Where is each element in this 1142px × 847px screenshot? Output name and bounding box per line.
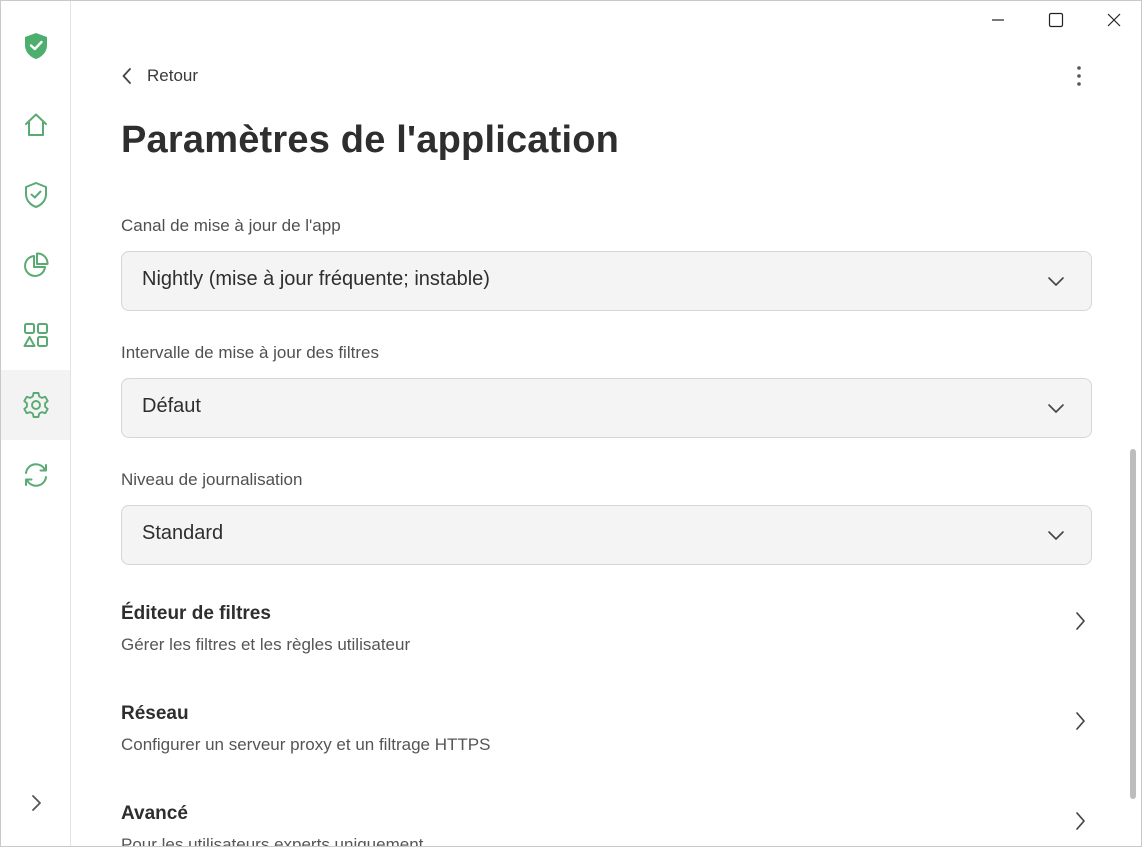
back-label: Retour [147, 66, 199, 85]
sidebar [1, 1, 71, 846]
network-row[interactable]: Réseau Configurer un serveur proxy et un… [121, 703, 1092, 783]
home-icon [24, 113, 47, 136]
update-channel-value: Nightly (mise à jour fréquente; instable… [142, 268, 490, 290]
log-level-value: Standard [142, 522, 224, 544]
apps-icon [23, 323, 48, 347]
log-level-select[interactable]: Standard [121, 505, 1092, 565]
advanced-row[interactable]: Avancé Pour les utilisateurs experts uni… [121, 803, 1092, 847]
app-window: Retour Paramètres de l'application Canal… [0, 0, 1142, 847]
gear-icon [22, 392, 49, 418]
row-title: Réseau [121, 703, 189, 724]
sync-icon [24, 463, 47, 487]
vertical-scrollbar[interactable] [1130, 449, 1136, 799]
row-subtitle: Configurer un serveur proxy et un filtra… [121, 735, 491, 754]
chevron-right-icon [1076, 612, 1085, 630]
sidebar-item-settings[interactable] [1, 370, 70, 440]
shield-check-filled-icon [24, 33, 47, 59]
chevron-right-icon [31, 795, 41, 811]
chevron-right-icon [1076, 712, 1085, 730]
filter-interval-label: Intervalle de mise à jour des filtres [121, 343, 379, 362]
more-vertical-icon [1077, 66, 1081, 86]
update-channel-select[interactable]: Nightly (mise à jour fréquente; instable… [121, 251, 1092, 311]
app-logo [1, 11, 70, 81]
chevron-down-icon [1048, 404, 1064, 413]
row-subtitle: Pour les utilisateurs experts uniquement [121, 835, 424, 847]
filter-interval-select[interactable]: Défaut [121, 378, 1092, 438]
back-button[interactable]: Retour [121, 63, 198, 89]
chevron-down-icon [1048, 277, 1064, 286]
more-options-button[interactable] [1066, 61, 1092, 91]
row-title: Avancé [121, 803, 188, 824]
row-title: Éditeur de filtres [121, 603, 271, 624]
sidebar-item-home[interactable] [1, 90, 70, 160]
page-title: Paramètres de l'application [121, 119, 620, 161]
sidebar-item-apps[interactable] [1, 300, 70, 370]
log-level-label: Niveau de journalisation [121, 470, 303, 489]
filter-interval-value: Défaut [142, 395, 201, 417]
settings-page: Retour Paramètres de l'application Canal… [71, 1, 1141, 846]
chevron-down-icon [1048, 531, 1064, 540]
sidebar-item-statistics[interactable] [1, 230, 70, 300]
sidebar-expand-button[interactable] [1, 768, 70, 838]
row-subtitle: Gérer les filtres et les règles utilisat… [121, 635, 411, 654]
chevron-right-icon [1076, 812, 1085, 830]
sidebar-item-protection[interactable] [1, 160, 70, 230]
pie-chart-icon [23, 252, 48, 277]
update-channel-label: Canal de mise à jour de l'app [121, 216, 341, 235]
chevron-left-icon [122, 68, 131, 84]
shield-check-icon [24, 182, 47, 208]
filter-editor-row[interactable]: Éditeur de filtres Gérer les filtres et … [121, 603, 1092, 683]
sidebar-item-updates[interactable] [1, 440, 70, 510]
